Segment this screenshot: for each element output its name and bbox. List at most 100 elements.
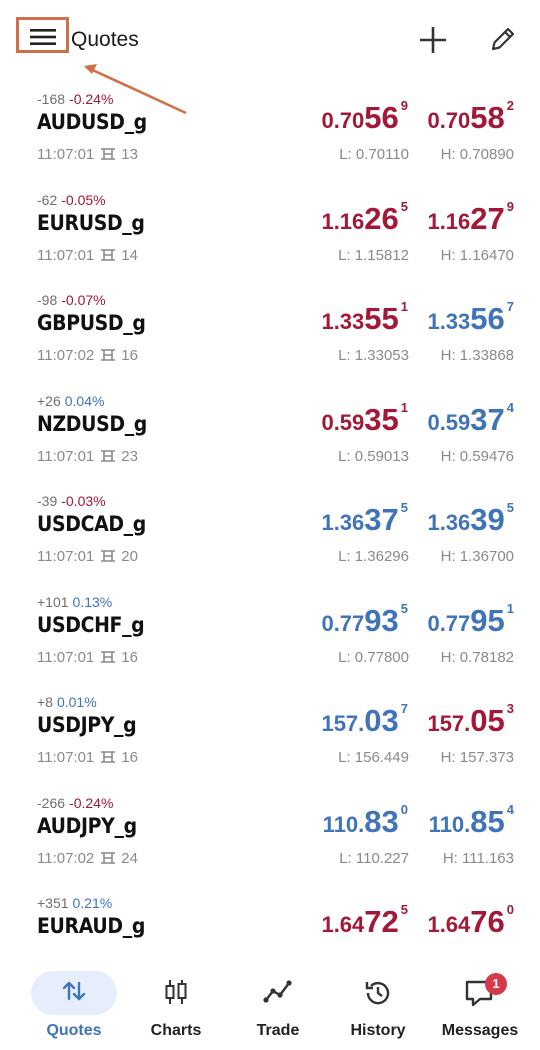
spread-icon <box>100 348 116 366</box>
bid-price-pips: 55 <box>364 301 399 336</box>
ask-price-fraction: 9 <box>506 198 514 214</box>
symbol-name: AUDUSD_g <box>37 110 147 134</box>
quote-row[interactable]: -62 -0.05% EURUSD_g 11:07:01 14 1.1626 5 1.1627… <box>0 189 540 290</box>
change-info: +26 0.04% <box>37 393 104 409</box>
symbol-name: USDCHF_g <box>37 612 145 637</box>
ask-price[interactable]: 1.3639 5 <box>427 500 514 538</box>
bid-price[interactable]: 0.5935 1 <box>321 400 408 438</box>
ask-price[interactable]: 1.3356 7 <box>427 299 514 337</box>
change-percent: -0.03% <box>61 493 106 509</box>
bid-price[interactable]: 1.3355 1 <box>321 299 408 337</box>
low-price: L: 0.59013 <box>338 447 409 465</box>
quote-meta: 11:07:01 23 <box>37 448 138 467</box>
ask-price-pips: 76 <box>470 904 505 939</box>
tab-label: History <box>350 1022 406 1039</box>
change-points: +351 <box>37 895 69 911</box>
bid-price-pips: 26 <box>364 200 399 236</box>
ask-price[interactable]: 0.7795 1 <box>427 601 514 639</box>
quote-meta: 11:07:01 14 <box>37 247 138 266</box>
bid-price[interactable]: 1.3637 5 <box>321 500 408 538</box>
quote-row[interactable]: -266 -0.24% AUDJPY_g 11:07:02 24 110.83 0 110.8… <box>0 792 540 893</box>
ask-price-prefix: 1.36 <box>427 510 471 535</box>
change-points: +101 <box>37 593 69 610</box>
quote-row[interactable]: -39 -0.03% USDCAD_g 11:07:01 20 1.3637 5 1.3639… <box>0 490 540 591</box>
change-percent: 0.04% <box>64 392 105 409</box>
ask-price-pips: 05 <box>470 703 505 738</box>
high-price: H: 157.373 <box>440 749 514 766</box>
quote-meta: 11:07:02 16 <box>37 347 138 366</box>
bid-price-pips: 03 <box>364 703 399 738</box>
pencil-icon[interactable] <box>488 24 518 54</box>
spread-value: 14 <box>121 246 138 264</box>
high-price: H: 0.78182 <box>440 648 514 666</box>
bid-price-prefix: 157. <box>321 711 365 736</box>
bid-price-fraction: 1 <box>400 299 408 314</box>
bid-price-pips: 35 <box>364 401 399 437</box>
spread-value: 24 <box>121 849 138 867</box>
change-percent: 0.21% <box>72 895 113 911</box>
quote-row[interactable]: +8 0.01% USDJPY_g 11:07:01 16 157.03 7 157.05 3 L… <box>0 691 540 792</box>
ask-price-fraction: 4 <box>506 399 514 415</box>
bid-price[interactable]: 1.1626 5 <box>321 199 408 237</box>
high-price: H: 111.163 <box>442 849 514 867</box>
bid-price[interactable]: 0.7793 5 <box>321 601 408 639</box>
bid-price-prefix: 110. <box>322 811 365 837</box>
tab-quotes[interactable]: Quotes <box>22 962 126 1050</box>
ask-price-pips: 95 <box>470 602 505 638</box>
bid-price-prefix: 1.36 <box>321 510 365 535</box>
bid-price[interactable]: 157.03 7 <box>321 701 408 739</box>
bid-price[interactable]: 1.6472 5 <box>321 902 408 940</box>
quote-row[interactable]: +26 0.04% NZDUSD_g 11:07:01 23 0.5935 1 0.5937 4… <box>0 390 540 491</box>
hamburger-menu-icon <box>30 29 56 45</box>
quote-meta: 11:07:01 16 <box>37 749 138 768</box>
quote-meta: 11:07:02 24 <box>37 850 138 869</box>
menu-button[interactable] <box>16 17 69 53</box>
ask-price-fraction: 5 <box>506 500 514 515</box>
quote-time: 11:07:02 <box>37 849 95 867</box>
tab-charts[interactable]: Charts <box>124 962 228 1050</box>
bid-price[interactable]: 0.7056 9 <box>321 98 408 136</box>
spread-icon <box>100 549 116 567</box>
ask-price[interactable]: 1.1627 9 <box>427 199 514 237</box>
bid-price-fraction: 5 <box>400 198 408 214</box>
bid-price-prefix: 0.70 <box>321 108 365 133</box>
low-price: L: 1.15812 <box>338 246 409 264</box>
quote-meta: 11:07:01 16 <box>37 649 138 668</box>
tab-trade[interactable]: Trade <box>226 962 330 1050</box>
sort-arrows-icon <box>61 978 87 1009</box>
quote-row[interactable]: -168 -0.24% AUDUSD_g 11:07:01 13 0.7056 9 0.705… <box>0 88 540 189</box>
low-price: L: 110.227 <box>339 849 409 867</box>
bid-price-fraction: 0 <box>400 801 408 817</box>
trend-line-icon <box>263 978 293 1009</box>
change-points: -39 <box>37 493 58 509</box>
tab-label: Trade <box>256 1022 300 1039</box>
bid-price-pips: 83 <box>364 803 399 839</box>
change-info: +351 0.21% <box>37 895 112 911</box>
bid-price[interactable]: 110.83 0 <box>323 802 408 840</box>
plus-icon[interactable] <box>417 24 449 56</box>
ask-price-prefix: 0.77 <box>427 610 471 636</box>
bid-price-fraction: 5 <box>400 500 408 515</box>
quote-meta: 11:07:01 13 <box>37 146 138 165</box>
ask-price[interactable]: 110.85 4 <box>429 802 514 840</box>
ask-price-prefix: 157. <box>427 711 471 736</box>
ask-price[interactable]: 0.5937 4 <box>427 400 514 438</box>
ask-price[interactable]: 1.6476 0 <box>427 902 514 940</box>
change-info: +8 0.01% <box>37 694 97 710</box>
change-info: -62 -0.05% <box>37 192 106 208</box>
bid-price-fraction: 5 <box>400 902 408 917</box>
tab-messages[interactable]: 1 Messages <box>428 962 532 1050</box>
spread-icon <box>100 750 116 768</box>
ask-price[interactable]: 0.7058 2 <box>427 98 514 136</box>
spread-value: 13 <box>121 146 138 163</box>
ask-price-pips: 37 <box>470 401 505 437</box>
tab-history[interactable]: History <box>326 962 430 1050</box>
quote-row[interactable]: -98 -0.07% GBPUSD_g 11:07:02 16 1.3355 1 1.3356… <box>0 289 540 390</box>
spread-icon <box>100 147 116 165</box>
symbol-name: USDJPY_g <box>37 713 137 737</box>
ask-price-pips: 58 <box>470 100 505 135</box>
ask-price[interactable]: 157.05 3 <box>427 701 514 739</box>
quote-row[interactable]: +101 0.13% USDCHF_g 11:07:01 16 0.7793 5 0.7795… <box>0 591 540 692</box>
ask-price-fraction: 3 <box>506 701 514 716</box>
notification-badge: 1 <box>485 973 507 995</box>
